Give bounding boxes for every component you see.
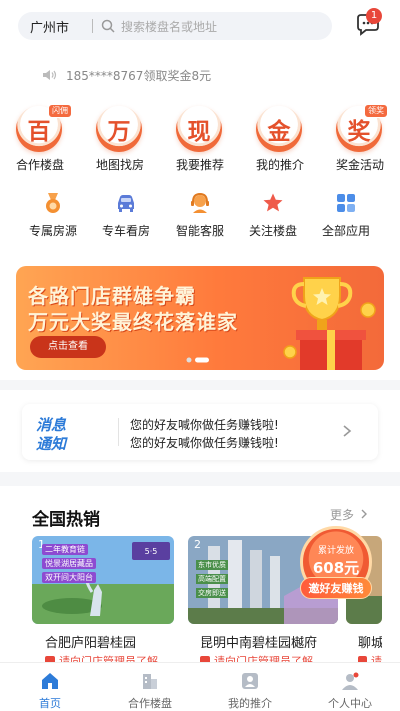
property-name[interactable]: 昆明中南碧桂园樾府 [200, 632, 317, 651]
bottom-tab-bar: 首页 合作楼盘 我的推介 个人中心 [0, 662, 400, 711]
chevron-right-icon [361, 509, 367, 519]
service-icon [191, 192, 209, 213]
notice-logo-top: 消息 [36, 416, 67, 434]
search-divider [92, 19, 93, 33]
notice-message: 您的好友喊你做任务赚钱啦! [130, 436, 279, 450]
property-tag: 东市优质 [196, 560, 228, 570]
feature-label: 智能客服 [175, 224, 224, 238]
feature-reward-activity[interactable]: 奖 领奖 奖金活动 [320, 104, 400, 174]
tab-partner-projects[interactable]: 合作楼盘 [100, 663, 200, 711]
search-icon [101, 19, 115, 33]
promo-banner[interactable]: 各路门店群雄争霸 万元大奖最终花落谁家 点击查看 [16, 266, 384, 370]
property-tag: 二年教育链 [42, 544, 88, 555]
tab-home[interactable]: 首页 [0, 663, 100, 711]
property-tag: 高端配置 [196, 574, 228, 584]
tab-label: 合作楼盘 [128, 697, 172, 710]
tab-label: 我的推介 [228, 697, 272, 710]
feature-recommend[interactable]: 现 我要推荐 [160, 104, 240, 174]
property-name[interactable]: 合肥庐阳碧桂园 [45, 632, 136, 651]
feature-label: 专车看房 [101, 224, 150, 238]
feature-label: 地图找房 [95, 158, 144, 172]
feature-label: 全部应用 [321, 224, 370, 238]
section-title: 全国热销 [32, 510, 100, 530]
property-card[interactable]: 5·5 1 二年教育链 悦景湖居藏品 双开间大阳台 [32, 536, 174, 624]
more-link[interactable]: 更多 [330, 506, 354, 523]
car-icon [118, 195, 134, 212]
feature-followed-projects[interactable]: 关注楼盘 [233, 190, 313, 242]
property-tag: 交房即送 [196, 588, 228, 598]
feature-label: 奖金活动 [335, 158, 384, 172]
feature-exclusive-listings[interactable]: 专属房源 [13, 190, 93, 242]
reward-notice: 185****8767领取奖金8元 [42, 66, 211, 84]
feature-smart-service[interactable]: 智能客服 [160, 190, 240, 242]
feature-label: 专属房源 [28, 224, 77, 238]
medal-icon [46, 193, 60, 213]
feature-label: 关注楼盘 [248, 224, 297, 238]
search-input[interactable]: 搜索楼盘名或地址 [121, 18, 217, 35]
secondary-feature-grid: 专属房源 专车看房 智能客服 关注楼盘 全部应用 [0, 190, 400, 242]
svg-text:5·5: 5·5 [145, 547, 158, 556]
profile-card-icon [242, 673, 258, 689]
feature-all-apps[interactable]: 全部应用 [306, 190, 386, 242]
notice-message: 您的好友喊你做任务赚钱啦! [130, 418, 279, 432]
top-bar: 广州市 搜索楼盘名或地址 1 [0, 0, 400, 52]
apps-icon [337, 194, 355, 212]
tab-label: 个人中心 [328, 697, 372, 710]
banner-subheadline: 万元大奖最终花落谁家 [28, 310, 238, 334]
tab-personal-center[interactable]: 个人中心 [300, 663, 400, 711]
banner-view-button[interactable]: 点击查看 [30, 336, 106, 358]
feature-label: 我的推介 [255, 158, 304, 172]
notice-logo-bottom: 通知 [36, 435, 67, 453]
property-tag: 悦景湖居藏品 [42, 558, 96, 569]
section-spacer [0, 380, 400, 390]
tab-my-referrals[interactable]: 我的推介 [200, 663, 300, 711]
coin-char: 现 [187, 118, 211, 145]
coin-char: 金 [267, 118, 291, 145]
banner-pagination [186, 357, 209, 363]
promo-caption: 累计发放 [317, 546, 354, 556]
feature-partner-projects[interactable]: 百 闪佣 合作楼盘 [0, 104, 80, 174]
main-feature-grid: 百 闪佣 合作楼盘 万 地图找房 现 我要推荐 金 我的推介 奖 领奖 奖金活动 [0, 104, 400, 174]
property-tag: 双开间大阳台 [42, 572, 96, 583]
feature-map-search[interactable]: 万 地图找房 [80, 104, 160, 174]
invite-friends-button[interactable]: 邀好友赚钱 [300, 577, 372, 599]
message-badge: 1 [366, 8, 382, 24]
home-icon [42, 673, 58, 689]
user-icon [342, 672, 359, 690]
feature-label: 合作楼盘 [15, 158, 64, 172]
tab-label: 首页 [39, 697, 61, 710]
feature-label: 我要推荐 [175, 158, 224, 172]
property-name[interactable]: 聊城 [358, 632, 382, 651]
feature-car-viewing[interactable]: 专车看房 [86, 190, 166, 242]
star-icon [263, 193, 283, 212]
banner-headline: 各路门店群雄争霸 [28, 284, 196, 308]
chevron-right-icon [343, 425, 352, 437]
city-selector[interactable]: 广州市 [18, 17, 92, 36]
notice-divider [118, 418, 119, 446]
message-notice-card[interactable]: 消息 通知 您的好友喊你做任务赚钱啦! 您的好友喊你做任务赚钱啦! [22, 404, 378, 460]
rank-number: 2 [194, 538, 201, 551]
home-screen: 广州市 搜索楼盘名或地址 1 185****8767领取奖金8元 百 闪佣 合作… [0, 0, 400, 711]
feature-tag: 领奖 [364, 104, 388, 118]
feature-my-referrals[interactable]: 金 我的推介 [240, 104, 320, 174]
promo-amount: 608元 [312, 559, 360, 577]
feature-tag: 闪佣 [48, 104, 72, 118]
coin-icon: 万 [96, 106, 142, 152]
building-icon [143, 674, 157, 689]
trophy-gift-icon [283, 277, 376, 370]
coin-char: 万 [107, 118, 131, 145]
notice-text: 185****8767领取奖金8元 [66, 68, 212, 83]
section-spacer [0, 472, 400, 486]
coin-icon: 金 [256, 106, 302, 152]
speaker-icon [43, 70, 57, 80]
coin-char: 百 [27, 118, 51, 145]
coin-icon: 现 [176, 106, 222, 152]
search-bar[interactable]: 广州市 搜索楼盘名或地址 [18, 12, 332, 40]
